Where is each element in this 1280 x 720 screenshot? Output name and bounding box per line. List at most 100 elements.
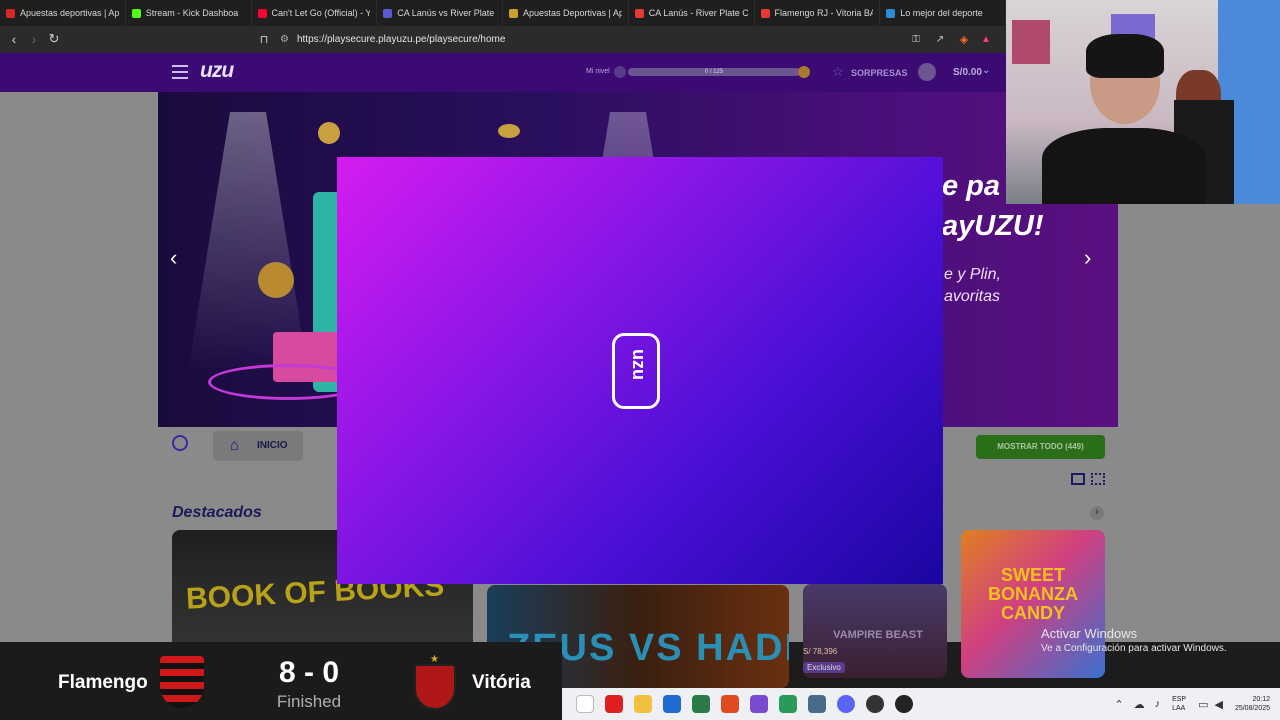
site-logo[interactable]: uzu [200,59,234,83]
tab-title: Can't Let Go (Official) - Yo [271,8,371,18]
tab-title: CA Lanús vs River Plate liv [397,8,496,18]
language-indicator[interactable]: ESP LAA [1172,695,1186,713]
browser-tab[interactable]: Lo mejor del deporte [880,0,1006,26]
game-tile[interactable]: VAMPIRE BEAST S/ 78,396 Exclusivo [803,584,947,678]
brave-shield-icon[interactable]: ◈ [954,29,974,49]
person-hair [1086,34,1164,78]
show-all-button[interactable]: MOSTRAR TODO (449) [976,435,1105,459]
coin-icon [258,262,294,298]
tab-favicon-icon [131,8,141,18]
featured-title: Destacados [172,504,262,521]
list-view-icon[interactable] [1071,473,1085,485]
window-icon[interactable] [575,695,594,713]
chevron-up-icon[interactable]: ⌃ [1114,698,1123,711]
loading-modal: uzu [337,157,943,584]
volume-icon[interactable]: ◀ [1214,698,1222,711]
browser-tab[interactable]: CA Lanús - River Plate Cuo [629,0,755,26]
chevron-right-icon[interactable]: › [1090,506,1104,520]
tab-bar: Apuestas deportivas | Apu Stream - Kick D… [0,0,1006,26]
network-icon[interactable]: ▭ [1198,698,1208,711]
balance[interactable]: S/0.00 [953,67,982,78]
media-player-icon[interactable] [894,695,913,713]
grid-view-icon[interactable] [1091,473,1105,485]
chevron-left-icon[interactable]: ‹ [170,247,192,272]
wps-icon[interactable] [604,695,623,713]
home-team: Flamengo [58,672,148,693]
share-icon[interactable]: ↗ [930,29,950,49]
poster-image [1012,20,1050,64]
key-icon[interactable]: ⚿ [906,29,926,49]
url-text: https://playsecure.playuzu.pe/playsecure… [296,34,506,45]
chevron-right-icon[interactable]: › [1084,247,1106,272]
home-icon: ⌂ [230,437,240,454]
tab-title: CA Lanús - River Plate Cuo [648,8,748,18]
tab-title: Stream - Kick Dashboa [145,8,239,18]
tab-favicon-icon [509,8,518,18]
game-title: VAMPIRE BEAST [833,629,923,641]
flamengo-crest-icon [160,656,204,708]
webcam-overlay [1006,0,1280,204]
level-badge-icon [614,66,626,78]
person-jacket [1042,128,1206,204]
score: 8 - 0 [278,656,340,689]
browser-tab[interactable]: Can't Let Go (Official) - Yo [252,0,378,26]
browser-tab[interactable]: Flamengo RJ - Vitoria BA C [755,0,881,26]
menu-icon[interactable] [172,65,188,79]
vitoria-crest-icon [414,664,456,710]
banner-headline-1: e pa [942,170,1001,202]
game-price: S/ 78,396 [803,647,838,656]
coin-icon [498,124,520,138]
uzu-logo-icon: uzu [612,333,660,409]
activation-watermark-title: Activar Windows [1041,626,1138,641]
microphone-icon[interactable]: ♪ [1155,698,1161,710]
banner-subline-2: avoritas [944,288,1001,305]
home-tab[interactable]: ⌂ INICIO [213,431,303,461]
banner-subline-1: e y Plin, [944,266,1001,283]
discord-icon[interactable] [836,695,855,713]
game-tile[interactable]: SWEET BONANZA CANDY [961,530,1105,678]
star-icon: ★ [430,654,439,665]
sheet-icon[interactable] [778,695,797,713]
game-title: SWEET BONANZA CANDY [988,565,1078,623]
exclusive-badge: Exclusivo [803,662,845,673]
back-icon[interactable]: ‹ [4,29,24,49]
browser-tab[interactable]: CA Lanús vs River Plate liv [377,0,503,26]
tab-favicon-icon [6,8,15,18]
brave-icon[interactable] [720,695,739,713]
tab-title: Apuestas Deportivas | Apu [523,8,622,18]
away-team: Vitória [472,672,531,693]
app-icon[interactable] [749,695,768,713]
search-icon[interactable] [172,435,188,451]
taskbar: ⌃ ☁ ♪ ESP LAA ▭ ◀ 20:12 25/08/2025 [562,688,1280,720]
browser-tab[interactable]: Apuestas Deportivas | Apu [503,0,629,26]
surprises-link[interactable]: SORPRESAS [851,68,908,78]
coin-icon [318,122,340,144]
cloud-icon[interactable]: ☁ [1134,698,1145,711]
url-field[interactable]: ⚙ https://playsecure.playuzu.pe/playsecu… [280,30,900,49]
address-bar: ‹ › ↻ ⊓ ⚙ https://playsecure.playuzu.pe/… [0,26,1006,53]
store-icon[interactable] [691,695,710,713]
outlook-icon[interactable] [662,695,681,713]
forward-icon[interactable]: › [24,29,44,49]
reload-icon[interactable]: ↻ [44,29,64,49]
browser-tab[interactable]: Apuestas deportivas | Apu [0,0,126,26]
tab-title: Apuestas deportivas | Apu [20,8,119,18]
calculator-icon[interactable] [807,695,826,713]
chevron-down-icon[interactable]: ⌄ [982,65,990,76]
home-tab-label: INICIO [257,440,288,451]
match-status: Finished [276,692,342,711]
star-icon: ☆ [832,64,844,79]
tab-favicon-icon [886,8,896,18]
folder-icon[interactable] [633,695,652,713]
clock[interactable]: 20:12 25/08/2025 [1235,695,1270,713]
progress-text: 0 / 125 [704,69,724,75]
browser-tab[interactable]: Stream - Kick Dashboa [126,0,252,26]
scoreboard: Flamengo 8 - 0 Finished ★ Vitória [0,642,562,720]
site-info-icon[interactable]: ⚙ [280,34,289,45]
tab-title: Flamengo RJ - Vitoria BA C [774,8,874,18]
level-label: Mi nivel [586,68,610,75]
obs-icon[interactable] [865,695,884,713]
brave-rewards-icon[interactable]: ▲ [976,29,996,49]
avatar[interactable] [918,63,936,81]
bookmark-icon[interactable]: ⊓ [254,29,274,49]
